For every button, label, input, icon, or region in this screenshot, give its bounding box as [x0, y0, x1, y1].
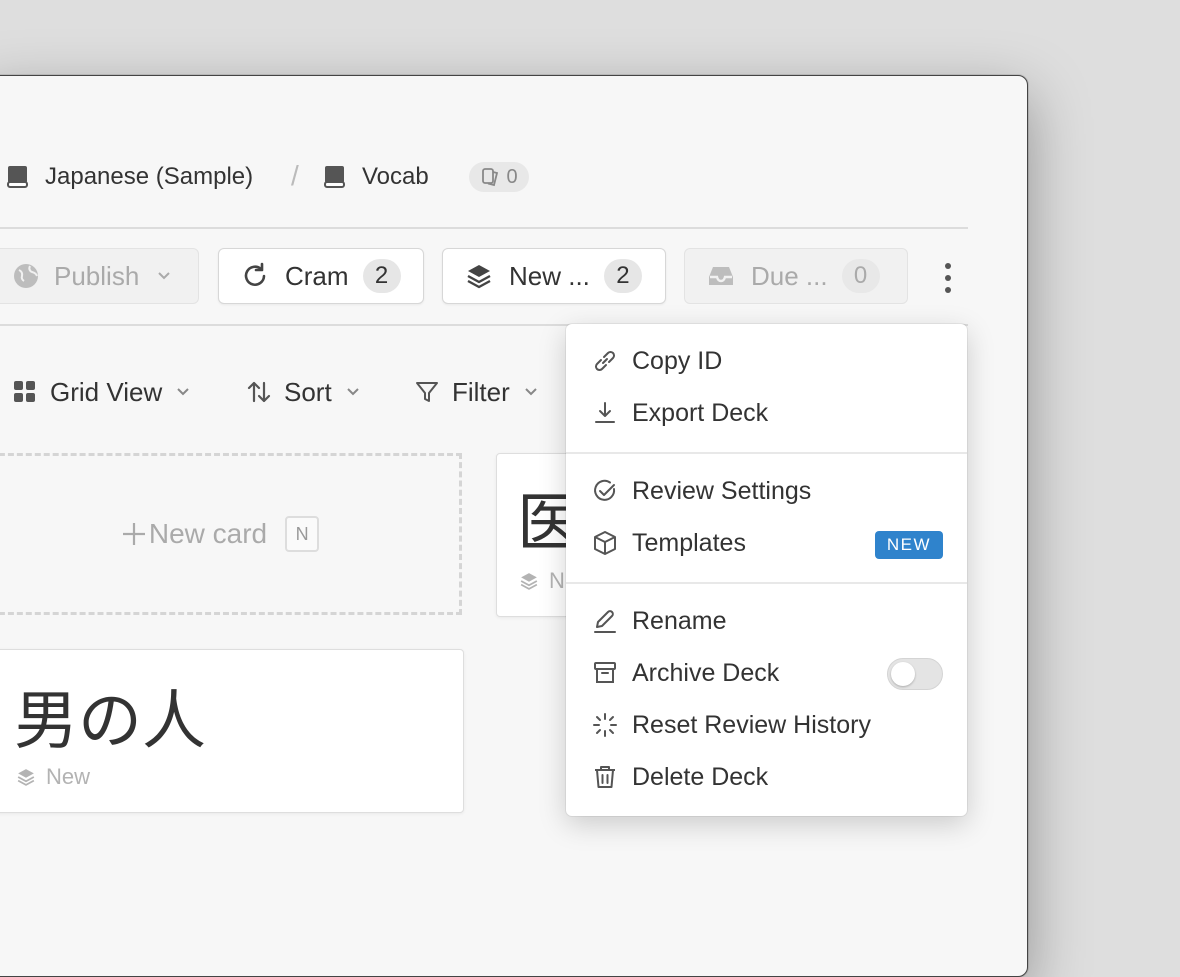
menu-item-label: Copy ID [632, 346, 723, 375]
cube-icon [594, 531, 616, 555]
filter-icon [416, 382, 438, 402]
globe-icon [14, 264, 38, 288]
book-icon [7, 166, 28, 188]
menu-item-templates[interactable]: Templates NEW [566, 519, 967, 567]
breadcrumb-separator: / [291, 160, 299, 191]
menu-item-label: Review Settings [632, 476, 812, 505]
deck-options-menu: Copy ID Export Deck Review Settings Temp… [566, 324, 967, 816]
vocab-card[interactable]: 男の人 New [0, 649, 464, 813]
sort-arrows-icon [247, 381, 271, 403]
menu-item-label: Templates [632, 528, 746, 557]
chevron-down-icon [177, 388, 189, 396]
sort-label: Sort [284, 376, 332, 407]
check-circle-icon [594, 479, 616, 501]
publish-label: Publish [54, 260, 140, 291]
inbox-icon [709, 267, 733, 285]
chevron-down-icon [346, 388, 359, 396]
breadcrumb-item-vocab[interactable]: Vocab [324, 162, 429, 192]
new-label: New ... [509, 260, 590, 291]
new-count-badge: 2 [603, 259, 642, 293]
breadcrumb-label: Vocab [362, 163, 429, 190]
menu-divider [566, 582, 967, 584]
plus-icon [122, 523, 145, 545]
card-status-label: N [549, 568, 565, 593]
menu-item-archive-deck[interactable]: Archive Deck [566, 649, 967, 697]
refresh-icon [244, 262, 266, 286]
due-cards-button[interactable]: Due ... 0 [684, 248, 908, 304]
filter-dropdown[interactable]: Filter [414, 374, 538, 410]
layers-icon [520, 573, 538, 590]
card-status: New [16, 764, 90, 790]
due-label: Due ... [751, 260, 828, 291]
layers-icon [17, 769, 35, 786]
menu-item-export-deck[interactable]: Export Deck [566, 389, 967, 437]
layers-icon [467, 265, 491, 289]
menu-item-review-settings[interactable]: Review Settings [566, 467, 967, 515]
download-icon [595, 402, 615, 423]
card-status: N [519, 568, 565, 594]
menu-item-label: Reset Review History [632, 710, 871, 739]
menu-item-label: Rename [632, 606, 727, 635]
filter-label: Filter [452, 376, 510, 407]
card-count-badge: 0 [469, 162, 529, 192]
card-count: 0 [506, 165, 518, 188]
new-card-label: New card [148, 518, 268, 549]
menu-item-rename[interactable]: Rename [566, 597, 967, 645]
archive-box-icon [594, 662, 616, 683]
archive-toggle[interactable] [887, 658, 943, 690]
publish-button[interactable]: Publish [0, 248, 199, 304]
card-status-label: New [46, 764, 91, 789]
pencil-icon [594, 610, 616, 633]
trash-icon [595, 766, 615, 788]
cards-icon [482, 168, 499, 187]
breadcrumb-label: Japanese (Sample) [45, 163, 254, 190]
chevron-down-icon [158, 272, 170, 280]
new-cards-button[interactable]: New ... 2 [442, 248, 666, 304]
new-badge: NEW [875, 531, 943, 559]
new-card-shortcut: N [285, 516, 320, 552]
card-term: 男の人 [14, 685, 206, 759]
link-icon [594, 350, 616, 372]
breadcrumb-item-japanese-sample[interactable]: Japanese (Sample) [7, 162, 253, 192]
loader-icon [593, 713, 617, 737]
more-options-icon[interactable] [936, 261, 960, 295]
menu-item-delete-deck[interactable]: Delete Deck [566, 753, 967, 801]
menu-item-reset-review-history[interactable]: Reset Review History [566, 701, 967, 749]
new-card-button[interactable]: New card N [0, 453, 462, 615]
grid-icon [14, 381, 35, 402]
cram-count-badge: 2 [362, 259, 401, 293]
grid-view-label: Grid View [50, 376, 163, 407]
chevron-down-icon [525, 388, 537, 396]
cram-label: Cram [285, 260, 349, 291]
grid-view-dropdown[interactable]: Grid View [12, 374, 190, 410]
menu-item-copy-id[interactable]: Copy ID [566, 337, 967, 385]
menu-item-label: Delete Deck [632, 762, 769, 791]
divider [0, 227, 968, 229]
cram-button[interactable]: Cram 2 [218, 248, 424, 304]
sort-dropdown[interactable]: Sort [246, 374, 360, 410]
due-count-badge: 0 [841, 259, 880, 293]
menu-item-label: Archive Deck [632, 658, 780, 687]
menu-divider [566, 452, 967, 454]
menu-item-label: Export Deck [632, 398, 769, 427]
book-icon [324, 166, 345, 188]
toggle-knob [891, 662, 915, 686]
